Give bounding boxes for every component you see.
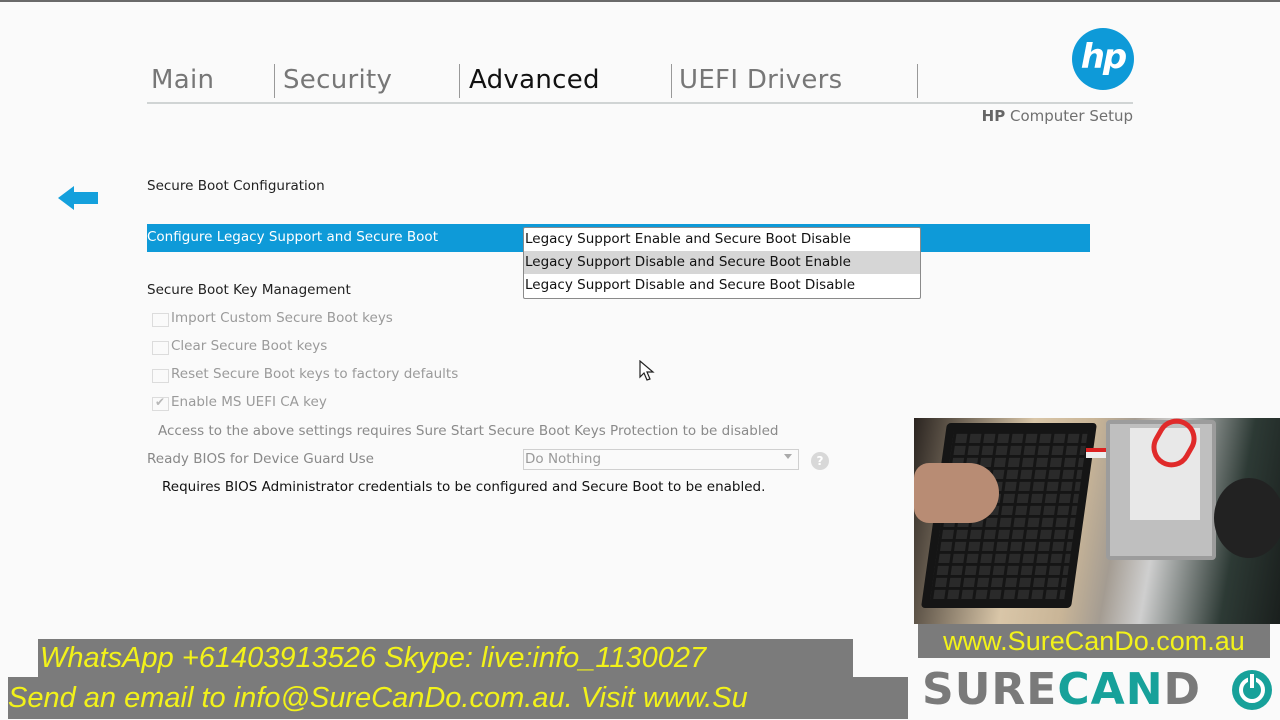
configure-legacy-secure-boot-label: Configure Legacy Support and Secure Boot: [147, 229, 438, 245]
brand-can: CAN: [1057, 664, 1164, 715]
tab-security[interactable]: Security: [283, 62, 392, 98]
tab-advanced[interactable]: Advanced: [469, 62, 600, 98]
dropdown-option[interactable]: Legacy Support Enable and Secure Boot Di…: [524, 228, 920, 251]
usb-stick-image: [1086, 448, 1108, 458]
help-icon[interactable]: ?: [811, 452, 829, 470]
hp-logo-text: hp: [1080, 37, 1128, 77]
app-title-rest: Computer Setup: [1005, 107, 1133, 125]
checkbox-label: Enable MS UEFI CA key: [171, 394, 327, 410]
checkbox-label: Reset Secure Boot keys to factory defaul…: [171, 366, 459, 382]
webcam-video-overlay: [914, 418, 1280, 624]
chevron-down-icon: [784, 454, 792, 459]
app-title: HP Computer Setup: [982, 107, 1133, 125]
fan-image: [1214, 478, 1280, 558]
checkbox-box[interactable]: [152, 369, 169, 383]
tab-uefi-drivers[interactable]: UEFI Drivers: [679, 62, 843, 98]
checkbox-label: Clear Secure Boot keys: [171, 338, 328, 354]
contact-ticker-line1: WhatsApp +61403913526 Skype: live:info_1…: [38, 639, 853, 677]
checkbox-box[interactable]: [152, 313, 169, 327]
checkbox-label: Import Custom Secure Boot keys: [171, 310, 393, 326]
dropdown-option-hovered[interactable]: Legacy Support Disable and Secure Boot E…: [524, 251, 920, 274]
tab-main[interactable]: Main: [151, 62, 214, 98]
app-title-brand: HP: [981, 107, 1006, 125]
secure-boot-config-heading: Secure Boot Configuration: [147, 178, 325, 194]
device-guard-selected-value: Do Nothing: [525, 451, 602, 467]
tab-separator: [459, 64, 460, 98]
tab-separator: [274, 64, 275, 98]
power-icon: [1232, 670, 1272, 710]
hand-image: [914, 463, 999, 523]
back-arrow-icon[interactable]: [58, 186, 98, 210]
device-guard-label: Ready BIOS for Device Guard Use: [147, 451, 374, 467]
top-border: [0, 0, 1280, 2]
tab-separator: [671, 64, 672, 98]
brand-sure: SURE: [922, 664, 1058, 715]
checkbox-box[interactable]: [152, 341, 169, 355]
website-banner: www.SureCanDo.com.au: [918, 624, 1270, 658]
dropdown-option[interactable]: Legacy Support Disable and Secure Boot D…: [524, 274, 920, 297]
legacy-secure-boot-dropdown[interactable]: Legacy Support Enable and Secure Boot Di…: [523, 227, 921, 299]
tab-separator: [917, 64, 918, 98]
brand-d: D: [1163, 664, 1202, 715]
contact-ticker-line2: Send an email to info@SureCanDo.com.au. …: [8, 677, 908, 719]
checkbox-box[interactable]: ✔: [152, 395, 169, 411]
surecando-logo: SURECAND: [922, 666, 1201, 714]
key-management-heading: Secure Boot Key Management: [147, 282, 351, 298]
device-guard-requirement: Requires BIOS Administrator credentials …: [162, 479, 766, 495]
checkmark-icon: ✔: [155, 395, 166, 409]
mouse-cursor-icon: [639, 360, 655, 381]
sure-start-note: Access to the above settings requires Su…: [158, 423, 779, 439]
hp-logo-icon: hp: [1072, 28, 1134, 90]
device-guard-select[interactable]: Do Nothing: [523, 449, 799, 470]
tabs-underline: [147, 102, 1133, 104]
